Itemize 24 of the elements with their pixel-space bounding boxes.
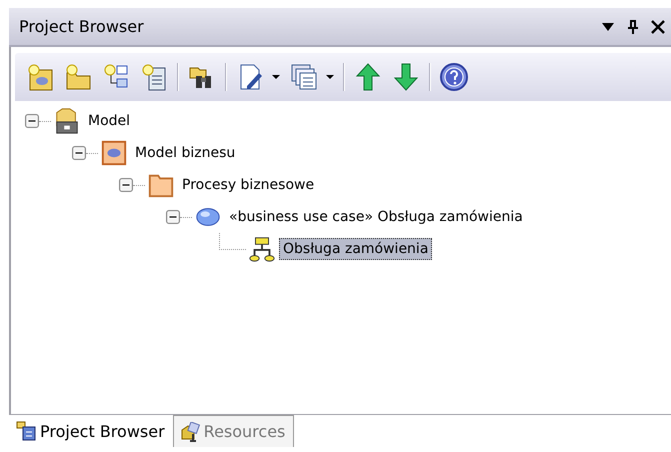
collapse-toggle[interactable]	[166, 210, 180, 224]
collapse-toggle[interactable]	[72, 146, 86, 160]
tree-item[interactable]: Obsługa zamówienia	[279, 238, 432, 260]
dropdown-icon[interactable]	[601, 22, 615, 32]
stacked-documents-icon[interactable]	[289, 62, 319, 92]
browser-icon	[16, 421, 36, 441]
collapse-toggle[interactable]	[25, 114, 39, 128]
caret-icon[interactable]	[271, 74, 281, 80]
up-arrow-icon[interactable]	[353, 62, 383, 92]
window-title: Project Browser	[19, 17, 144, 36]
package-icon	[100, 139, 128, 167]
tree-item[interactable]: «business use case» Obsługa zamówienia	[225, 206, 527, 228]
collapse-toggle[interactable]	[119, 178, 133, 192]
down-arrow-icon[interactable]	[391, 62, 421, 92]
help-icon[interactable]	[439, 62, 469, 92]
tree-item[interactable]: Model	[84, 110, 134, 132]
caret-icon[interactable]	[325, 74, 335, 80]
tree-item[interactable]: Model biznesu	[131, 142, 240, 164]
activity-icon	[248, 235, 276, 263]
close-icon[interactable]	[651, 20, 665, 34]
pin-icon[interactable]	[627, 20, 639, 34]
tree-item[interactable]: Procesy biznesowe	[178, 174, 318, 196]
panel-tab[interactable]: Resources	[174, 415, 294, 447]
resources-icon	[180, 422, 200, 442]
